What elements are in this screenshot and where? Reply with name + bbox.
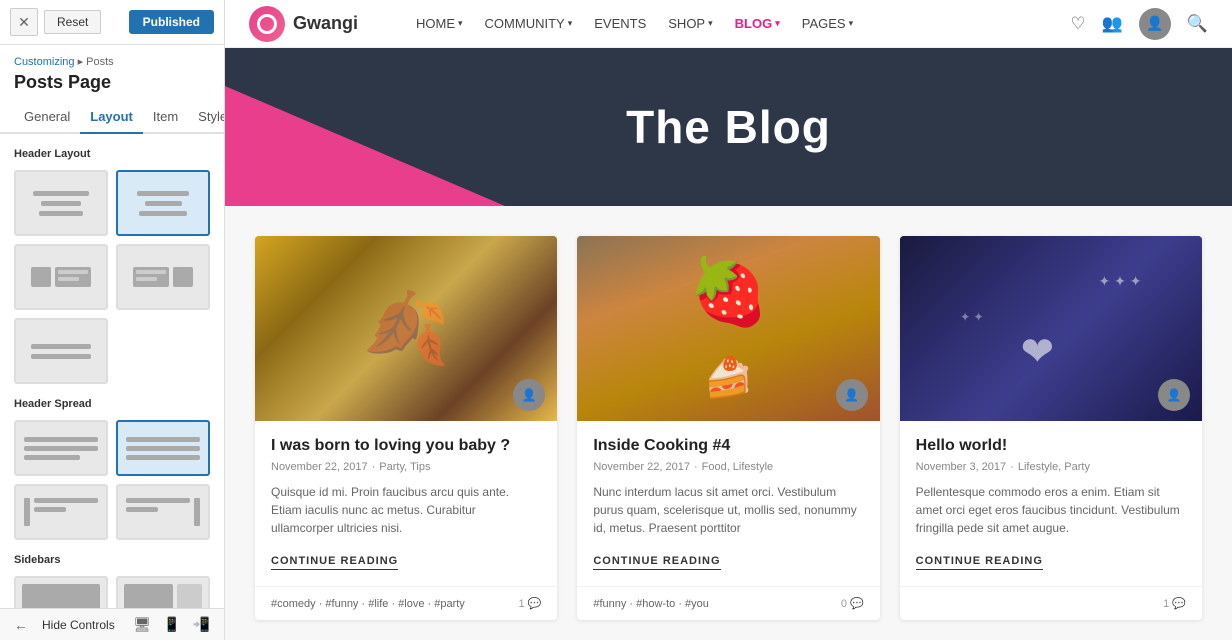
- published-button[interactable]: Published: [129, 10, 214, 34]
- nav-right: ♡ 👥 👤 🔍: [1070, 8, 1208, 40]
- logo-inner: [257, 14, 277, 34]
- card-2-continue[interactable]: CONTINUE READING: [593, 555, 720, 570]
- breadcrumb-separator: ▸: [78, 56, 87, 68]
- panel-toolbar: ✕ Reset Published: [0, 0, 224, 45]
- tab-general[interactable]: General: [14, 101, 80, 134]
- card-2-title: Inside Cooking #4: [593, 437, 863, 455]
- panel-bottom-bar: ← Hide Controls 🖥 📱 📲: [0, 608, 224, 640]
- card-2-image: 🍓 🍰 👤: [577, 236, 879, 421]
- tab-item[interactable]: Item: [143, 101, 188, 134]
- spread-option-1[interactable]: [14, 420, 108, 476]
- card-2-avatar: 👤: [836, 379, 868, 411]
- logo-circle: [249, 6, 285, 42]
- users-icon[interactable]: 👥: [1102, 14, 1123, 34]
- tab-layout[interactable]: Layout: [80, 101, 143, 134]
- card-2-tags: #funny · #how-to · #you: [593, 598, 709, 610]
- card-3-image: ❤ ✦ ✦ ✦ ✦ ✦ 👤: [900, 236, 1202, 421]
- device-icons: 🖥 📱 📲: [133, 616, 210, 633]
- card-3-body: Hello world! November 3, 2017·Lifestyle,…: [900, 421, 1202, 586]
- cards-grid: 🍂 👤 I was born to loving you baby ? Nove…: [255, 236, 1202, 620]
- breadcrumb-section: Posts: [86, 56, 114, 68]
- breadcrumb-customizing[interactable]: Customizing: [14, 56, 75, 68]
- heart-icon[interactable]: ♡: [1070, 14, 1085, 34]
- panel-content: Header Layout: [0, 134, 224, 608]
- nav-shop[interactable]: SHOP▾: [658, 10, 722, 37]
- sidebar-options: [14, 576, 210, 608]
- card-1-body: I was born to loving you baby ? November…: [255, 421, 557, 586]
- card-1-excerpt: Quisque id mi. Proin faucibus arcu quis …: [271, 483, 541, 537]
- card-3-meta: November 3, 2017·Lifestyle, Party: [916, 461, 1186, 473]
- card-3-continue[interactable]: CONTINUE READING: [916, 555, 1043, 570]
- layout-option-4[interactable]: [116, 244, 210, 310]
- card-3-footer: 1 💬: [900, 586, 1202, 620]
- reset-button[interactable]: Reset: [44, 10, 101, 34]
- card-1-comments: 1 💬: [519, 597, 542, 610]
- card-3-title: Hello world!: [916, 437, 1186, 455]
- hide-controls-label[interactable]: Hide Controls: [42, 618, 115, 632]
- tab-style[interactable]: Style: [188, 101, 225, 134]
- card-1-meta: November 22, 2017·Party, Tips: [271, 461, 541, 473]
- card-2: 🍓 🍰 👤 Inside Cooking #4 November 22, 201…: [577, 236, 879, 620]
- nav-blog[interactable]: BLOG▾: [725, 10, 790, 37]
- header-layout-options: [14, 170, 210, 384]
- nav-logo: Gwangi: [249, 6, 358, 42]
- nav-community[interactable]: COMMUNITY▾: [475, 10, 583, 37]
- tablet-icon[interactable]: 📱: [163, 616, 180, 633]
- layout-option-5[interactable]: [14, 318, 108, 384]
- card-1-image: 🍂 👤: [255, 236, 557, 421]
- preview-area: Gwangi HOME▾ COMMUNITY▾ EVENTS SHOP▾ BLO…: [225, 0, 1232, 640]
- card-3-comments: 1 💬: [1163, 597, 1186, 610]
- nav-brand: Gwangi: [293, 13, 358, 34]
- card-1-footer: #comedy · #funny · #life · #love · #part…: [255, 586, 557, 620]
- card-2-footer: #funny · #how-to · #you 0 💬: [577, 586, 879, 620]
- layout-option-1[interactable]: [14, 170, 108, 236]
- card-2-body: Inside Cooking #4 November 22, 2017·Food…: [577, 421, 879, 586]
- back-icon[interactable]: ←: [14, 617, 28, 633]
- search-icon[interactable]: 🔍: [1187, 14, 1208, 34]
- nav-pages[interactable]: PAGES▾: [792, 10, 863, 37]
- card-1-tags: #comedy · #funny · #life · #love · #part…: [271, 598, 465, 610]
- card-2-meta: November 22, 2017·Food, Lifestyle: [593, 461, 863, 473]
- close-button[interactable]: ✕: [10, 8, 38, 36]
- navbar: Gwangi HOME▾ COMMUNITY▾ EVENTS SHOP▾ BLO…: [225, 0, 1232, 48]
- panel-tabs: General Layout Item Style: [0, 101, 224, 134]
- cards-section: 🍂 👤 I was born to loving you baby ? Nove…: [225, 206, 1232, 640]
- card-1: 🍂 👤 I was born to loving you baby ? Nove…: [255, 236, 557, 620]
- sidebar-option-1[interactable]: [14, 576, 108, 608]
- mobile-icon[interactable]: 📲: [193, 616, 210, 633]
- layout-option-3[interactable]: [14, 244, 108, 310]
- card-2-excerpt: Nunc interdum lacus sit amet orci. Vesti…: [593, 483, 863, 537]
- spread-option-2[interactable]: [116, 420, 210, 476]
- hero-title: The Blog: [626, 100, 831, 154]
- hero-decoration: [225, 86, 505, 206]
- card-3-excerpt: Pellentesque commodo eros a enim. Etiam …: [916, 483, 1186, 537]
- nav-home[interactable]: HOME▾: [406, 10, 473, 37]
- spread-option-3[interactable]: [14, 484, 108, 540]
- nav-links: HOME▾ COMMUNITY▾ EVENTS SHOP▾ BLOG▾ PAGE…: [406, 10, 863, 37]
- sidebars-label: Sidebars: [14, 554, 210, 566]
- card-3-avatar: 👤: [1158, 379, 1190, 411]
- layout-option-2[interactable]: [116, 170, 210, 236]
- hero-section: The Blog: [225, 48, 1232, 206]
- user-avatar[interactable]: 👤: [1139, 8, 1171, 40]
- customizer-panel: ✕ Reset Published Customizing ▸ Posts Po…: [0, 0, 225, 640]
- sidebar-option-2[interactable]: [116, 576, 210, 608]
- desktop-icon[interactable]: 🖥: [133, 616, 151, 633]
- spread-options: [14, 420, 210, 540]
- breadcrumb: Customizing ▸ Posts: [0, 45, 224, 70]
- card-3: ❤ ✦ ✦ ✦ ✦ ✦ 👤 Hello world! November 3, 2…: [900, 236, 1202, 620]
- nav-events[interactable]: EVENTS: [584, 10, 656, 37]
- card-2-comments: 0 💬: [841, 597, 864, 610]
- spread-option-4[interactable]: [116, 484, 210, 540]
- panel-page-title: Posts Page: [0, 70, 224, 101]
- card-1-title: I was born to loving you baby ?: [271, 437, 541, 455]
- header-layout-label: Header Layout: [14, 148, 210, 160]
- card-1-continue[interactable]: CONTINUE READING: [271, 555, 398, 570]
- header-spread-label: Header Spread: [14, 398, 210, 410]
